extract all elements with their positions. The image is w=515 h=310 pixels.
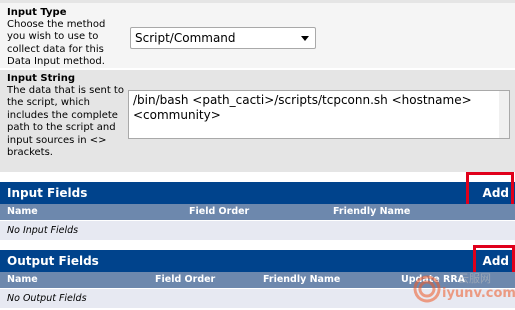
column-name: Name — [7, 206, 38, 217]
watermark: 云服网 iyunv.com — [410, 270, 515, 306]
input-type-description: Choose the method you wish to use to col… — [7, 19, 106, 68]
input-string-textarea[interactable]: /bin/bash <path_cacti>/scripts/tcpconn.s… — [128, 90, 510, 139]
highlight-box — [466, 172, 514, 208]
chevron-down-icon — [301, 36, 309, 41]
textarea-scrollbar[interactable] — [499, 91, 509, 138]
input-type-title: Input Type — [7, 7, 67, 18]
column-field-order: Field Order — [155, 274, 216, 285]
input-string-value: /bin/bash <path_cacti>/scripts/tcpconn.s… — [133, 93, 472, 122]
column-friendly-name: Friendly Name — [333, 206, 411, 217]
output-fields-title: Output Fields — [7, 254, 99, 268]
input-string-description: The data that is sent to the script, whi… — [7, 85, 124, 159]
input-fields-empty-text: No Input Fields — [7, 225, 79, 236]
input-type-row: Input Type Choose the method you wish to… — [0, 3, 515, 68]
column-friendly-name: Friendly Name — [263, 274, 341, 285]
input-string-title: Input String — [7, 73, 75, 84]
input-type-select[interactable]: Script/Command — [130, 27, 316, 49]
input-fields-header: Input Fields Add — [0, 182, 515, 204]
column-name: Name — [7, 274, 38, 285]
watermark-logo-icon — [413, 275, 441, 303]
output-fields-empty-text: No Output Fields — [7, 293, 87, 304]
input-type-selected-value: Script/Command — [135, 31, 236, 45]
input-fields-title: Input Fields — [7, 186, 88, 200]
watermark-cn-text: 云服网 — [458, 272, 491, 285]
input-string-row: Input String The data that is sent to th… — [0, 70, 515, 172]
input-fields-empty-row: No Input Fields — [0, 221, 515, 240]
output-fields-header: Output Fields Add — [0, 250, 515, 272]
column-field-order: Field Order — [189, 206, 250, 217]
watermark-text: iyunv.com — [442, 286, 515, 301]
input-fields-column-header: Name Field Order Friendly Name — [0, 204, 515, 220]
